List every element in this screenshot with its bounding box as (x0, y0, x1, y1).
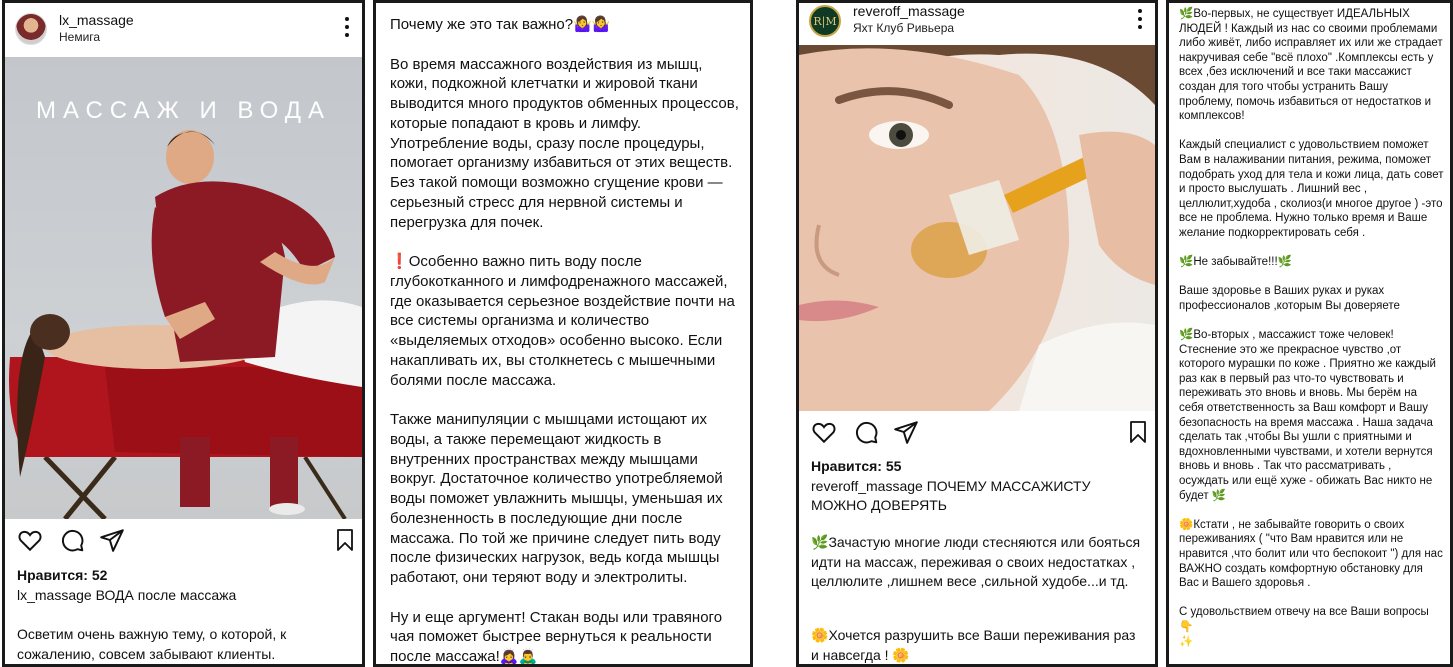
leaf-icon: 🌿 (811, 534, 829, 550)
paragraph: 🌼Кстати , не забывайте говорить о своих … (1179, 518, 1443, 590)
username[interactable]: reveroff_massage (853, 3, 965, 19)
paragraph: 🌿Во-вторых , массажист тоже человек! Сте… (1179, 329, 1436, 502)
exclamation-icon: ❗ (390, 253, 409, 270)
post-body: Почему же это так важно?🤷‍♀️🤷‍♀️ Во врем… (390, 15, 742, 665)
paragraph-text: Зачастую многие люди стесняются или боят… (811, 534, 1141, 590)
paragraph-text: Особенно важно пить воду после глубокотк… (390, 253, 735, 389)
sparkle-icon: ✨ (1179, 635, 1194, 648)
post-text-panel-4: 🌿Во-первых, не существует ИДЕАЛЬНЫХ ЛЮДЕ… (1166, 0, 1453, 667)
paragraph: 🌿Зачастую многие люди стесняются или боя… (811, 533, 1145, 592)
more-options-icon[interactable] (1137, 9, 1143, 29)
post-text-panel-2: Почему же это так важно?🤷‍♀️🤷‍♀️ Во врем… (373, 0, 753, 667)
post-actions (5, 527, 362, 567)
heart-icon[interactable] (811, 419, 837, 445)
paragraph: Также манипуляции с мышцами истощают их … (390, 411, 723, 586)
paragraph: Почему же это так важно?🤷‍♀️🤷‍♀️ (390, 16, 611, 33)
paragraph: 🌿Во-первых, не существует ИДЕАЛЬНЫХ ЛЮДЕ… (1179, 8, 1443, 123)
caption-username[interactable]: reveroff_massage (811, 478, 923, 494)
comment-icon[interactable] (59, 527, 85, 553)
username[interactable]: lx_massage (59, 12, 134, 28)
post-panel-1: lx_massage Немига МАССАЖ И ВОДА Нравится… (2, 0, 365, 667)
paragraph-text: Хочется разрушить все Ваши переживания р… (811, 627, 1136, 663)
heart-icon[interactable] (17, 527, 43, 553)
paragraph: Во время массажного воздействия из мышц,… (390, 55, 739, 231)
caption: lx_massage ВОДА после массажа (17, 586, 352, 605)
caption-text: ВОДА после массажа (95, 587, 237, 603)
bookmark-icon[interactable] (1126, 419, 1150, 445)
paragraph: Каждый специалист с удовольствием поможе… (1179, 139, 1444, 239)
avatar[interactable]: R|M (809, 5, 841, 37)
paragraph: Ваше здоровье в Ваших руках и руках проф… (1179, 285, 1400, 312)
post-photo[interactable] (799, 45, 1155, 411)
avatar[interactable] (15, 13, 47, 45)
post-photo[interactable]: МАССАЖ И ВОДА (5, 57, 362, 519)
post-body: Осветим очень важную тему, о которой, к … (17, 626, 287, 662)
post-body: 🌿Во-первых, не существует ИДЕАЛЬНЫХ ЛЮДЕ… (1179, 7, 1444, 649)
likes-count[interactable]: Нравится: 55 (811, 458, 901, 474)
face-care-illustration (799, 45, 1155, 411)
flower-icon: 🌼 (892, 646, 910, 663)
paragraph: 🌼Хочется разрушить все Ваши переживания … (811, 626, 1145, 664)
paragraph: С удовольствием отвечу на все Ваши вопро… (1179, 606, 1429, 633)
share-icon[interactable] (99, 527, 125, 553)
paragraph: 🌿Не забывайте!!!🌿 (1179, 256, 1292, 269)
massage-illustration (9, 130, 362, 519)
caption: reveroff_massage ПОЧЕМУ МАССАЖИСТУ МОЖНО… (811, 477, 1145, 515)
location[interactable]: Немига (59, 30, 100, 44)
post-panel-3: R|M reveroff_massage Яхт Клуб Ривьера Нр… (796, 0, 1158, 667)
likes-count[interactable]: Нравится: 52 (17, 567, 107, 583)
more-options-icon[interactable] (344, 17, 350, 37)
comment-icon[interactable] (853, 419, 879, 445)
paragraph: Ну и еще аргумент! Стакан воды или травя… (390, 608, 723, 665)
paragraph: ❗Особенно важно пить воду после глубокот… (390, 252, 742, 390)
flower-icon: 🌼 (811, 627, 829, 643)
share-icon[interactable] (893, 419, 919, 445)
bookmark-icon[interactable] (333, 527, 357, 553)
caption-username[interactable]: lx_massage (17, 587, 92, 603)
location[interactable]: Яхт Клуб Ривьера (853, 21, 954, 35)
post-header: lx_massage Немига (5, 3, 362, 55)
post-header: R|M reveroff_massage Яхт Клуб Ривьера (799, 3, 1155, 43)
post-actions (799, 419, 1155, 459)
